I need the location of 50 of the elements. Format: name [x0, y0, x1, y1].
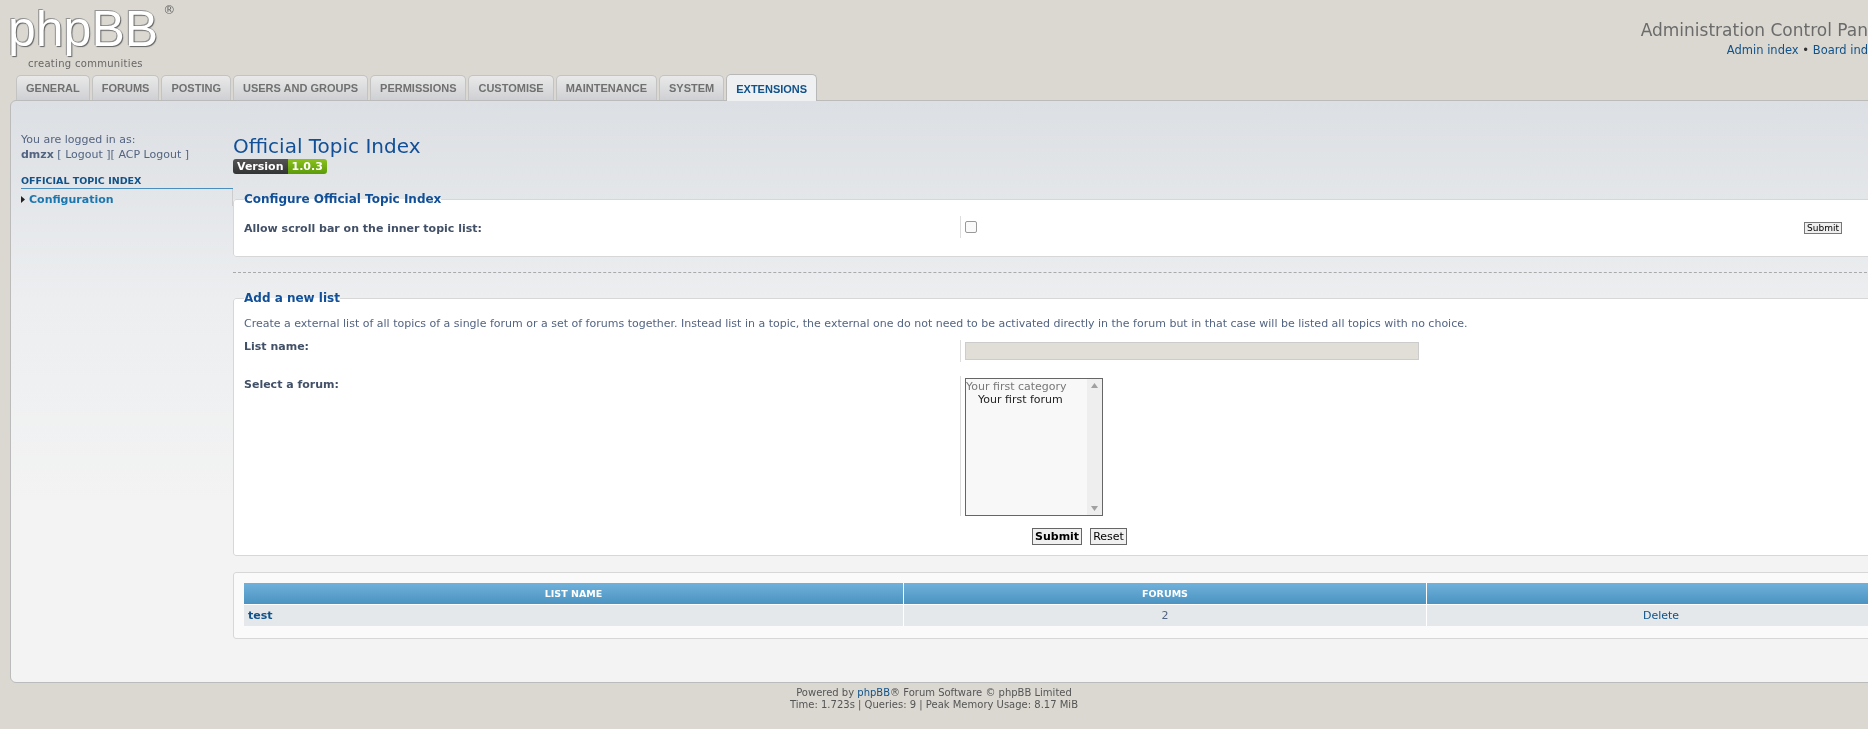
column-header: FORUMS	[903, 583, 1427, 605]
separator: •	[1801, 43, 1811, 57]
submit-button[interactable]: Submit	[1032, 528, 1083, 545]
nav-tab[interactable]: MAINTENANCE	[555, 75, 657, 100]
field-label: List name:	[244, 340, 310, 353]
nav-link[interactable]: Board ind	[1812, 43, 1868, 57]
nav-tab[interactable]: FORUMS	[91, 75, 160, 100]
phpbb-link[interactable]: phpBB	[857, 687, 891, 698]
nav-tab[interactable]: EXTENSIONS	[726, 74, 818, 101]
category-option: Your first category	[966, 380, 1087, 393]
version-number: 1.0.3	[287, 159, 327, 174]
version-label: Version	[233, 159, 288, 174]
forum-list-box[interactable]: Your first category Your first forum	[965, 378, 1103, 516]
menu-heading: OFFICIAL TOPIC INDEX	[21, 175, 233, 189]
submit-button[interactable]: Submit	[1804, 222, 1842, 234]
nav-tab[interactable]: USERS AND GROUPS	[232, 75, 369, 100]
field-label: Select a forum:	[244, 377, 340, 391]
scroll-up-icon[interactable]	[1091, 383, 1098, 388]
login-label: You are logged in as:	[21, 133, 137, 146]
nav-tab[interactable]: SYSTEM	[658, 75, 725, 100]
nav-tab[interactable]: CUSTOMISE	[468, 75, 554, 100]
nav-link[interactable]: Admin index	[1726, 43, 1799, 57]
registered-mark: ®	[163, 4, 176, 16]
logo-tagline: creating communities	[28, 58, 143, 69]
forum-option[interactable]: Your first forum	[966, 393, 1087, 406]
table-cell: 2	[903, 604, 1427, 626]
column-header: LIST NAME	[244, 583, 904, 605]
logout-link[interactable]: ACP Logout	[118, 148, 182, 161]
description-text: Create a external list of all topics of a single forum or a set of forums together. Instead list in a topic, the external one do not need to be activated directly in the forum but in that case will be listed all topics with no choice.	[244, 317, 1469, 330]
footer-credit: Powered by phpBB® Forum Software © phpBB Limited	[795, 687, 1073, 699]
scroll-down-icon[interactable]	[1091, 506, 1098, 511]
panel-title: Administration Control Pan	[1640, 20, 1868, 40]
nav-tab[interactable]: POSTING	[161, 75, 231, 100]
nav-tab[interactable]: PERMISSIONS	[370, 75, 467, 100]
list-name-field[interactable]	[965, 342, 1419, 360]
table-cell: test	[244, 604, 904, 626]
arrow-icon	[21, 196, 25, 203]
delete-link[interactable]: Delete	[1642, 609, 1680, 622]
checkbox[interactable]	[965, 221, 977, 233]
nav-tab[interactable]: GENERAL	[16, 75, 90, 100]
reset-button[interactable]: Reset	[1090, 528, 1127, 545]
page-title: Official Topic Index	[233, 133, 422, 159]
logo-wordmark: phpBB	[6, 0, 161, 58]
footer-stats: Time: 1.723s | Queries: 9 | Peak Memory Usage: 8.17 MiB	[789, 699, 1079, 711]
user-line: dmzx [ Logout ][ ACP Logout ]	[21, 148, 190, 161]
menu-link[interactable]: Configuration	[29, 193, 114, 206]
logout-link[interactable]: Logout	[65, 148, 103, 161]
fieldset-legend: Add a new list	[244, 291, 340, 305]
field-label: Allow scroll bar on the inner topic list:	[244, 221, 483, 235]
fieldset-legend: Configure Official Topic Index	[244, 192, 442, 206]
